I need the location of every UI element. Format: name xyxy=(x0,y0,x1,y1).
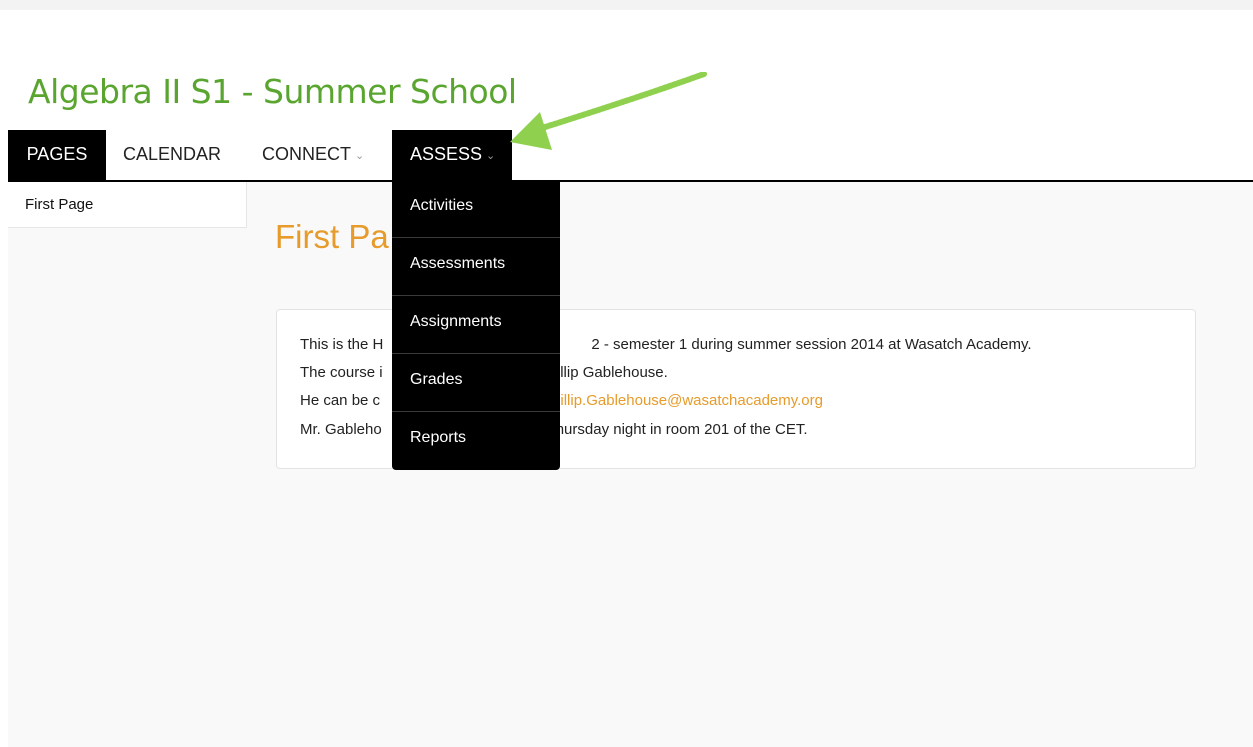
chevron-down-icon: ⌄ xyxy=(486,150,496,162)
sidebar: First Page xyxy=(8,182,247,228)
nav-pages[interactable]: PAGES xyxy=(8,130,106,182)
content-line: He can be c hillip.Gablehouse@wasatchacad… xyxy=(300,392,823,409)
content-text: He can be c xyxy=(300,392,381,409)
menu-item-activities[interactable]: Activities xyxy=(392,180,560,238)
app: Algebra II S1 - Summer School PAGES CALE… xyxy=(8,10,1253,747)
page-title: First Pa xyxy=(275,218,389,255)
nav-calendar-label: CALENDAR xyxy=(123,144,222,164)
chevron-down-icon: ⌄ xyxy=(355,150,365,162)
nav-calendar[interactable]: CALENDAR xyxy=(123,130,221,182)
nav-assess-label: ASSESS xyxy=(410,144,483,164)
content-text: 2 - semester 1 during summer session 201… xyxy=(591,336,1032,353)
content-text: The course i xyxy=(300,364,383,381)
nav-pages-label: PAGES xyxy=(26,144,88,164)
content-area: First Page First Pa This is the H 2 - sem… xyxy=(8,182,1253,747)
arrow-annotation-icon xyxy=(510,72,707,150)
menu-item-grades[interactable]: Grades xyxy=(392,354,560,412)
email-link[interactable]: hillip.Gablehouse@wasatchacademy.org xyxy=(552,392,823,409)
assess-dropdown-menu: Activities Assessments Assignments Grade… xyxy=(392,180,560,470)
window-top-edge xyxy=(0,0,1253,10)
content-text: Mr. Gableho xyxy=(300,421,382,438)
nav-connect[interactable]: CONNECT ⌄ xyxy=(262,130,364,182)
content-text: hursday night in room 201 of the CET. xyxy=(555,421,808,438)
site-title[interactable]: Algebra II S1 - Summer School xyxy=(28,72,517,111)
menu-item-assignments[interactable]: Assignments xyxy=(392,296,560,354)
menu-item-reports[interactable]: Reports xyxy=(392,412,560,470)
sidebar-item-first-page[interactable]: First Page xyxy=(25,196,93,213)
nav-connect-label: CONNECT xyxy=(262,144,351,164)
content-text: This is the H xyxy=(300,336,384,353)
nav-assess[interactable]: ASSESS ⌄ xyxy=(392,130,512,182)
menu-item-assessments[interactable]: Assessments xyxy=(392,238,560,296)
